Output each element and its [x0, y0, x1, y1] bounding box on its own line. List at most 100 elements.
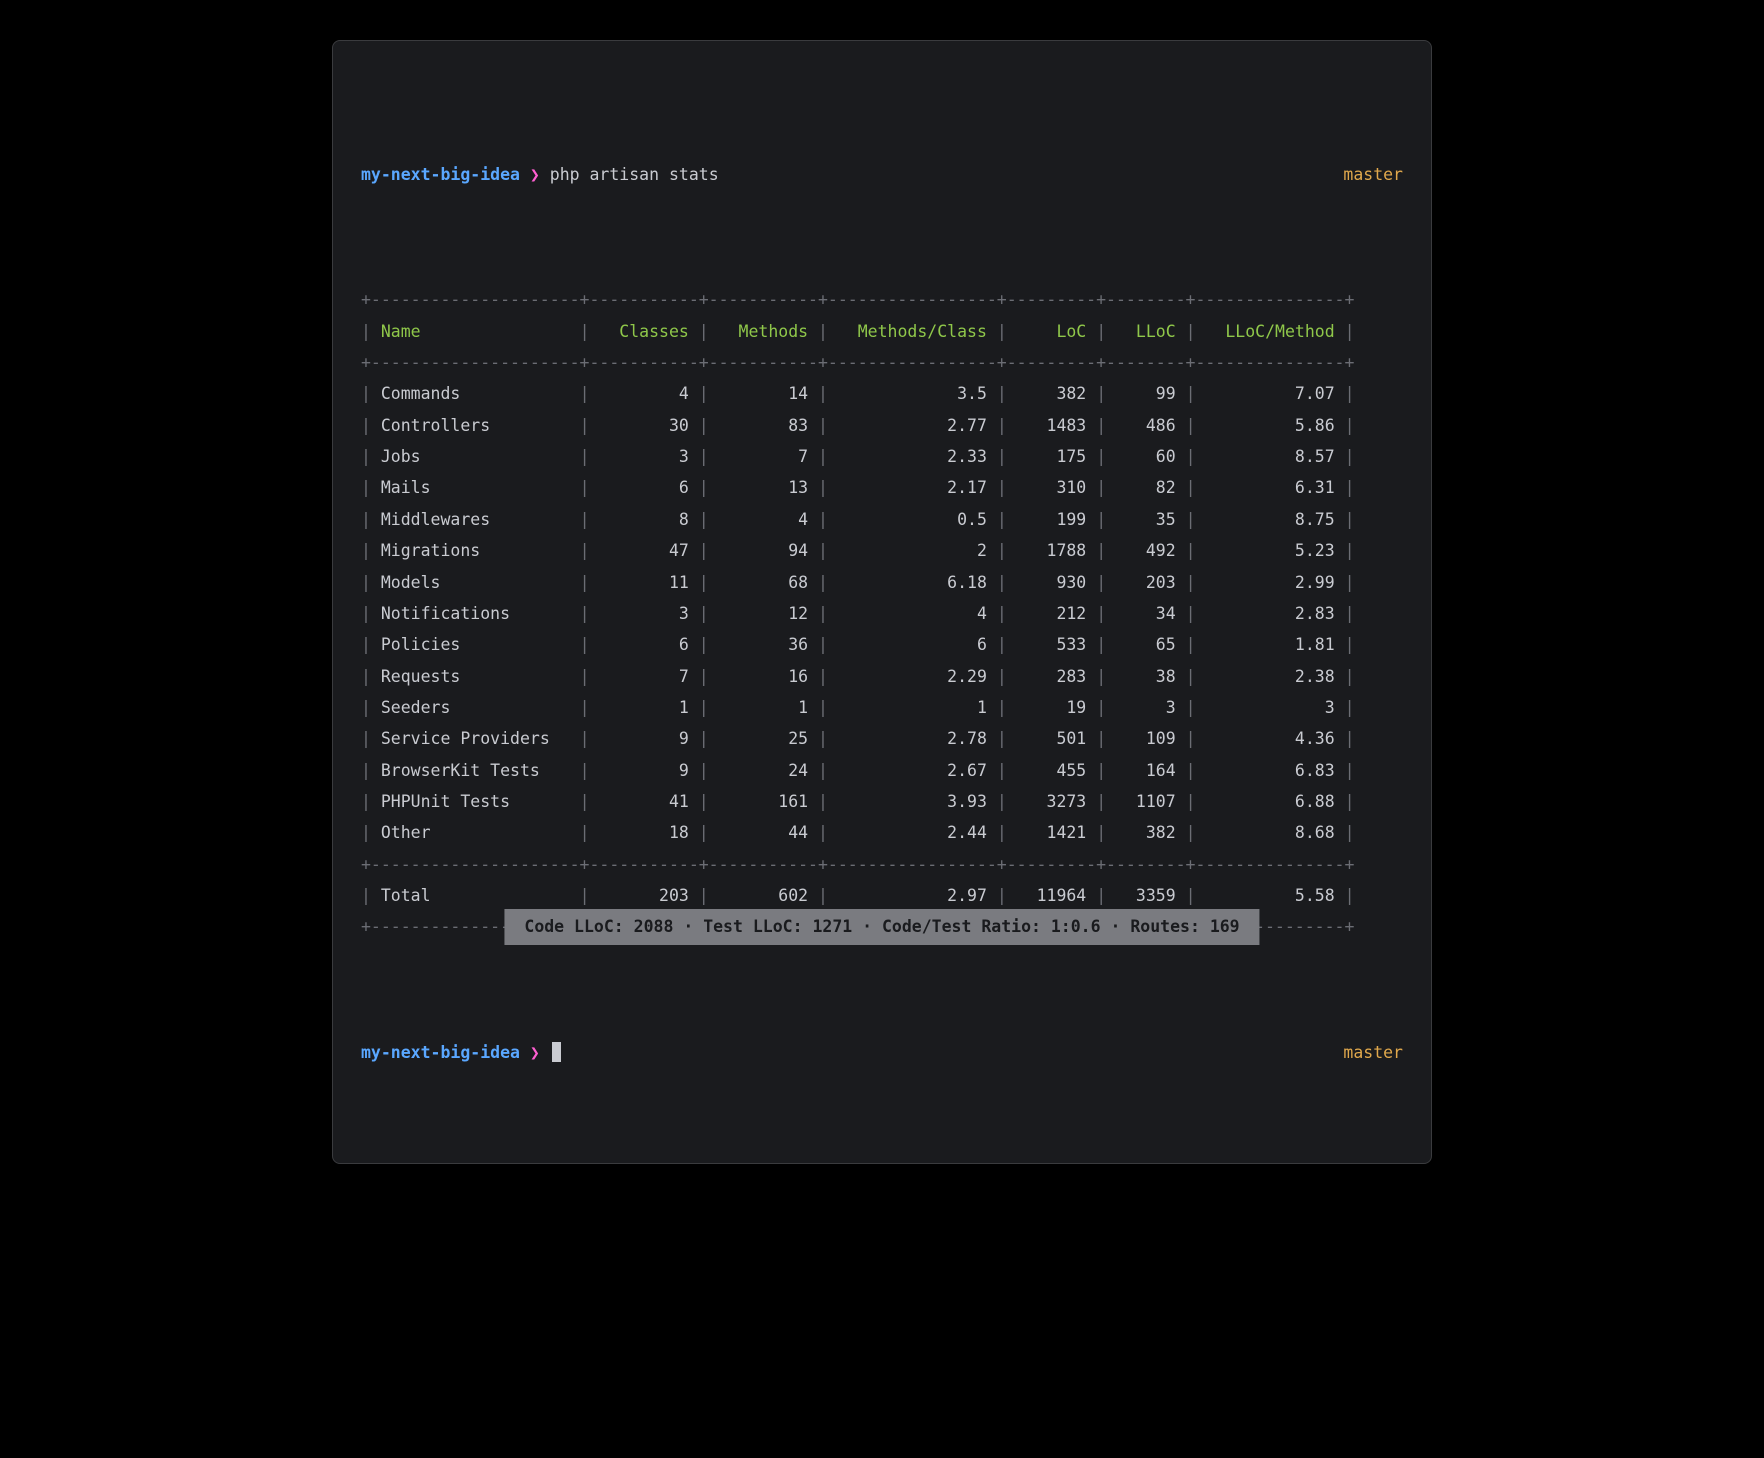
table-cell: Migrations	[381, 541, 570, 560]
table-cell: 283	[1017, 667, 1087, 686]
table-cell: 13	[719, 478, 808, 497]
table-divider: +---------------------+-----------+-----…	[361, 911, 1403, 942]
table-row: | Service Providers | 9 | 25 | 2.78 | 50…	[361, 723, 1403, 754]
column-header: LLoC	[1116, 322, 1176, 341]
table-cell: Controllers	[381, 416, 570, 435]
prompt-separator-icon: ❯	[530, 165, 540, 184]
git-branch: master	[1343, 1037, 1403, 1068]
table-row: | Middlewares | 8 | 4 | 0.5 | 199 | 35 |…	[361, 504, 1403, 535]
table-cell: Seeders	[381, 698, 570, 717]
table-cell: Middlewares	[381, 510, 570, 529]
table-cell: 6.31	[1205, 478, 1334, 497]
table-cell: 3	[599, 604, 688, 623]
table-cell: 3	[599, 447, 688, 466]
table-cell: PHPUnit Tests	[381, 792, 570, 811]
table-cell: 19	[1017, 698, 1087, 717]
table-cell: 2.33	[838, 447, 987, 466]
table-cell: 2.99	[1205, 573, 1334, 592]
table-cell: 11964	[1017, 886, 1087, 905]
table-cell: 18	[599, 823, 688, 842]
table-cell: 2.29	[838, 667, 987, 686]
table-cell: Mails	[381, 478, 570, 497]
terminal-window: my-next-big-idea ❯ php artisan stats mas…	[332, 40, 1432, 1164]
table-cell: 6.83	[1205, 761, 1334, 780]
prompt-line-1: my-next-big-idea ❯ php artisan stats mas…	[361, 159, 1403, 190]
table-cell: 35	[1116, 510, 1176, 529]
table-row: | Notifications | 3 | 12 | 4 | 212 | 34 …	[361, 598, 1403, 629]
table-cell: 47	[599, 541, 688, 560]
table-cell: 8	[599, 510, 688, 529]
table-cell: 82	[1116, 478, 1176, 497]
table-cell: 1	[838, 698, 987, 717]
table-cell: 3	[1205, 698, 1334, 717]
table-row: | Commands | 4 | 14 | 3.5 | 382 | 99 | 7…	[361, 378, 1403, 409]
table-header-row: | Name | Classes | Methods | Methods/Cla…	[361, 316, 1403, 347]
table-cell: 60	[1116, 447, 1176, 466]
table-cell: 0.5	[838, 510, 987, 529]
table-cell: 382	[1116, 823, 1176, 842]
table-cell: 4	[599, 384, 688, 403]
table-cell: 1788	[1017, 541, 1087, 560]
table-row: | Policies | 6 | 36 | 6 | 533 | 65 | 1.8…	[361, 629, 1403, 660]
table-cell: 1	[719, 698, 808, 717]
table-row: | Models | 11 | 68 | 6.18 | 930 | 203 | …	[361, 567, 1403, 598]
column-header: LLoC/Method	[1205, 322, 1334, 341]
table-cell: 16	[719, 667, 808, 686]
table-cell: 1	[599, 698, 688, 717]
table-cell: 6	[599, 478, 688, 497]
prompt-line-2[interactable]: my-next-big-idea ❯ master	[361, 1037, 1403, 1068]
table-cell: 2.67	[838, 761, 987, 780]
stats-table: +---------------------+-----------+-----…	[361, 284, 1403, 942]
table-cell: 5.86	[1205, 416, 1334, 435]
prompt-directory: my-next-big-idea	[361, 165, 520, 184]
table-cell: 94	[719, 541, 808, 560]
table-cell: 24	[719, 761, 808, 780]
prompt-command: php artisan stats	[550, 165, 719, 184]
summary-badge: Code LLoC: 2088 · Test LLoC: 1271 · Code…	[504, 909, 1259, 944]
table-row: | Mails | 6 | 13 | 2.17 | 310 | 82 | 6.3…	[361, 472, 1403, 503]
table-cell: 11	[599, 573, 688, 592]
column-header: LoC	[1017, 322, 1087, 341]
table-row: | Jobs | 3 | 7 | 2.33 | 175 | 60 | 8.57 …	[361, 441, 1403, 472]
table-cell: 68	[719, 573, 808, 592]
table-cell: 2.83	[1205, 604, 1334, 623]
table-cell: 8.75	[1205, 510, 1334, 529]
table-cell: Other	[381, 823, 570, 842]
table-cell: 203	[599, 886, 688, 905]
table-cell: 3.93	[838, 792, 987, 811]
table-cell: 382	[1017, 384, 1087, 403]
table-cell: 3	[1116, 698, 1176, 717]
table-cell: 492	[1116, 541, 1176, 560]
table-cell: Notifications	[381, 604, 570, 623]
table-cell: BrowserKit Tests	[381, 761, 570, 780]
table-cell: 4	[838, 604, 987, 623]
table-cell: 12	[719, 604, 808, 623]
table-cell: 9	[599, 729, 688, 748]
table-cell: 199	[1017, 510, 1087, 529]
table-cell: 8.68	[1205, 823, 1334, 842]
table-cell: 34	[1116, 604, 1176, 623]
table-cell: 99	[1116, 384, 1176, 403]
table-row: | Controllers | 30 | 83 | 2.77 | 1483 | …	[361, 410, 1403, 441]
table-cell: 30	[599, 416, 688, 435]
table-cell: 501	[1017, 729, 1087, 748]
column-header: Methods	[719, 322, 808, 341]
table-cell: 930	[1017, 573, 1087, 592]
table-cell: 7	[599, 667, 688, 686]
table-divider: +---------------------+-----------+-----…	[361, 284, 1403, 315]
table-cell: 3.5	[838, 384, 987, 403]
table-cell: 41	[599, 792, 688, 811]
table-row: | Other | 18 | 44 | 2.44 | 1421 | 382 | …	[361, 817, 1403, 848]
table-cell: 9	[599, 761, 688, 780]
table-total-row: | Total | 203 | 602 | 2.97 | 11964 | 335…	[361, 880, 1403, 911]
table-cell: 83	[719, 416, 808, 435]
column-header: Name	[381, 322, 570, 341]
cursor-icon	[552, 1042, 561, 1062]
table-cell: 486	[1116, 416, 1176, 435]
table-cell: 44	[719, 823, 808, 842]
table-cell: 2.78	[838, 729, 987, 748]
prompt-directory: my-next-big-idea	[361, 1043, 520, 1062]
table-cell: 2.38	[1205, 667, 1334, 686]
table-cell: 602	[719, 886, 808, 905]
table-cell: 8.57	[1205, 447, 1334, 466]
